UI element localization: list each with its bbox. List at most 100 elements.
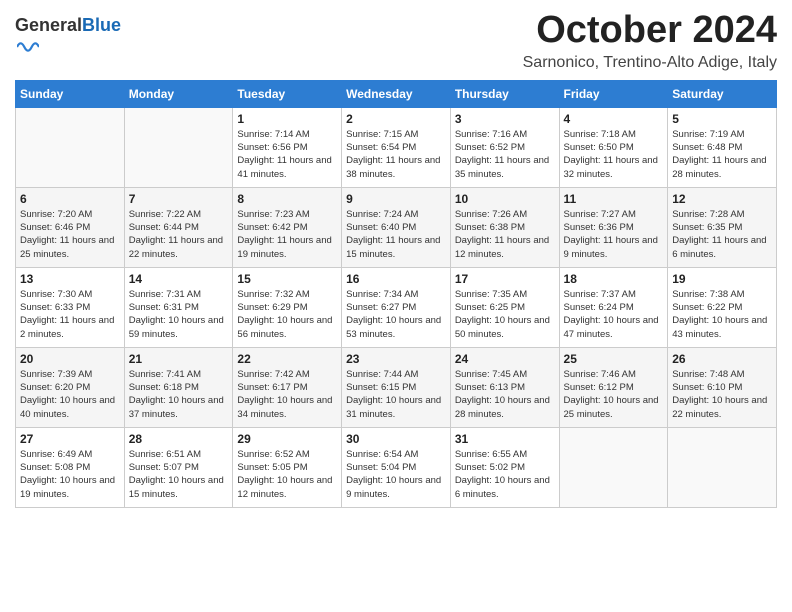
calendar-cell: 6Sunrise: 7:20 AM Sunset: 6:46 PM Daylig… — [16, 187, 125, 267]
day-info: Sunrise: 6:51 AM Sunset: 5:07 PM Dayligh… — [129, 448, 229, 501]
calendar-table: SundayMondayTuesdayWednesdayThursdayFrid… — [15, 80, 777, 508]
day-number: 2 — [346, 112, 446, 126]
day-info: Sunrise: 7:22 AM Sunset: 6:44 PM Dayligh… — [129, 208, 229, 261]
header-sunday: Sunday — [16, 80, 125, 107]
day-info: Sunrise: 6:55 AM Sunset: 5:02 PM Dayligh… — [455, 448, 555, 501]
day-info: Sunrise: 7:34 AM Sunset: 6:27 PM Dayligh… — [346, 288, 446, 341]
calendar-cell: 31 Sunrise: 6:55 AM Sunset: 5:02 PM Dayli… — [450, 427, 559, 507]
day-number: 16 — [346, 272, 446, 286]
day-info: Sunrise: 7:45 AM Sunset: 6:13 PM Dayligh… — [455, 368, 555, 421]
day-number: 30 — [346, 432, 446, 446]
calendar-cell: 4Sunrise: 7:18 AM Sunset: 6:50 PM Daylig… — [559, 107, 668, 187]
day-number: 31 — [455, 432, 555, 446]
day-number: 19 — [672, 272, 772, 286]
day-info: Sunrise: 6:52 AM Sunset: 5:05 PM Dayligh… — [237, 448, 337, 501]
day-number: 1 — [237, 112, 337, 126]
calendar-cell: 22Sunrise: 7:42 AM Sunset: 6:17 PM Dayli… — [233, 347, 342, 427]
calendar-cell: 2 Sunrise: 7:15 AM Sunset: 6:54 PM Daylig… — [342, 107, 451, 187]
calendar-cell: 14 Sunrise: 7:31 AM Sunset: 6:31 PM Dayli… — [124, 267, 233, 347]
day-info: Sunrise: 7:26 AM Sunset: 6:38 PM Dayligh… — [455, 208, 555, 261]
calendar-week-1: 1 Sunrise: 7:14 AM Sunset: 6:56 PM Daylig… — [16, 107, 777, 187]
calendar-cell: 27 Sunrise: 6:49 AM Sunset: 5:08 PM Dayli… — [16, 427, 125, 507]
calendar-cell: 25 Sunrise: 7:46 AM Sunset: 6:12 PM Dayli… — [559, 347, 668, 427]
day-number: 8 — [237, 192, 337, 206]
day-number: 24 — [455, 352, 555, 366]
calendar-cell: 28Sunrise: 6:51 AM Sunset: 5:07 PM Dayli… — [124, 427, 233, 507]
month-title: October 2024 — [523, 10, 777, 52]
calendar-cell: 19 Sunrise: 7:38 AM Sunset: 6:22 PM Dayli… — [668, 267, 777, 347]
day-info: Sunrise: 7:28 AM Sunset: 6:35 PM Dayligh… — [672, 208, 772, 261]
day-info: Sunrise: 7:44 AM Sunset: 6:15 PM Dayligh… — [346, 368, 446, 421]
calendar-week-5: 27 Sunrise: 6:49 AM Sunset: 5:08 PM Dayli… — [16, 427, 777, 507]
day-number: 27 — [20, 432, 120, 446]
calendar-week-2: 6Sunrise: 7:20 AM Sunset: 6:46 PM Daylig… — [16, 187, 777, 267]
day-info: Sunrise: 7:42 AM Sunset: 6:17 PM Dayligh… — [237, 368, 337, 421]
day-number: 17 — [455, 272, 555, 286]
day-info: Sunrise: 7:30 AM Sunset: 6:33 PM Dayligh… — [20, 288, 120, 341]
header-friday: Friday — [559, 80, 668, 107]
calendar-cell: 29 Sunrise: 6:52 AM Sunset: 5:05 PM Dayli… — [233, 427, 342, 507]
calendar-cell: 11 Sunrise: 7:27 AM Sunset: 6:36 PM Dayli… — [559, 187, 668, 267]
day-info: Sunrise: 7:24 AM Sunset: 6:40 PM Dayligh… — [346, 208, 446, 261]
calendar-cell: 7 Sunrise: 7:22 AM Sunset: 6:44 PM Daylig… — [124, 187, 233, 267]
day-number: 12 — [672, 192, 772, 206]
day-info: Sunrise: 7:38 AM Sunset: 6:22 PM Dayligh… — [672, 288, 772, 341]
day-info: Sunrise: 7:48 AM Sunset: 6:10 PM Dayligh… — [672, 368, 772, 421]
day-number: 29 — [237, 432, 337, 446]
day-number: 9 — [346, 192, 446, 206]
day-info: Sunrise: 7:20 AM Sunset: 6:46 PM Dayligh… — [20, 208, 120, 261]
calendar-cell: 3Sunrise: 7:16 AM Sunset: 6:52 PM Daylig… — [450, 107, 559, 187]
calendar-cell: 18 Sunrise: 7:37 AM Sunset: 6:24 PM Dayli… — [559, 267, 668, 347]
calendar-cell: 20Sunrise: 7:39 AM Sunset: 6:20 PM Dayli… — [16, 347, 125, 427]
day-info: Sunrise: 7:46 AM Sunset: 6:12 PM Dayligh… — [564, 368, 664, 421]
calendar-cell: 30Sunrise: 6:54 AM Sunset: 5:04 PM Dayli… — [342, 427, 451, 507]
calendar-cell: 17Sunrise: 7:35 AM Sunset: 6:25 PM Dayli… — [450, 267, 559, 347]
day-number: 5 — [672, 112, 772, 126]
day-number: 15 — [237, 272, 337, 286]
day-number: 26 — [672, 352, 772, 366]
calendar-cell: 16 Sunrise: 7:34 AM Sunset: 6:27 PM Dayli… — [342, 267, 451, 347]
calendar-cell: 13Sunrise: 7:30 AM Sunset: 6:33 PM Dayli… — [16, 267, 125, 347]
calendar-cell — [16, 107, 125, 187]
day-info: Sunrise: 7:31 AM Sunset: 6:31 PM Dayligh… — [129, 288, 229, 341]
calendar-cell: 21Sunrise: 7:41 AM Sunset: 6:18 PM Dayli… — [124, 347, 233, 427]
calendar-cell — [124, 107, 233, 187]
calendar-cell: 10 Sunrise: 7:26 AM Sunset: 6:38 PM Dayli… — [450, 187, 559, 267]
day-number: 7 — [129, 192, 229, 206]
calendar-cell: 5Sunrise: 7:19 AM Sunset: 6:48 PM Daylig… — [668, 107, 777, 187]
day-info: Sunrise: 7:37 AM Sunset: 6:24 PM Dayligh… — [564, 288, 664, 341]
calendar-cell: 23 Sunrise: 7:44 AM Sunset: 6:15 PM Dayli… — [342, 347, 451, 427]
calendar-cell: 26 Sunrise: 7:48 AM Sunset: 6:10 PM Dayli… — [668, 347, 777, 427]
calendar-cell: 8 Sunrise: 7:23 AM Sunset: 6:42 PM Daylig… — [233, 187, 342, 267]
day-info: Sunrise: 7:14 AM Sunset: 6:56 PM Dayligh… — [237, 128, 337, 181]
day-number: 23 — [346, 352, 446, 366]
day-number: 4 — [564, 112, 664, 126]
logo-blue-text: Blue — [82, 15, 121, 35]
calendar-cell: 1 Sunrise: 7:14 AM Sunset: 6:56 PM Daylig… — [233, 107, 342, 187]
day-info: Sunrise: 7:41 AM Sunset: 6:18 PM Dayligh… — [129, 368, 229, 421]
calendar-cell: 15Sunrise: 7:32 AM Sunset: 6:29 PM Dayli… — [233, 267, 342, 347]
day-number: 11 — [564, 192, 664, 206]
header-wednesday: Wednesday — [342, 80, 451, 107]
calendar-cell: 9 Sunrise: 7:24 AM Sunset: 6:40 PM Daylig… — [342, 187, 451, 267]
page-header: GeneralBlue October 2024 Sarnonico, Tren… — [15, 10, 777, 72]
day-info: Sunrise: 7:23 AM Sunset: 6:42 PM Dayligh… — [237, 208, 337, 261]
logo-wave-icon — [17, 36, 39, 58]
day-info: Sunrise: 7:15 AM Sunset: 6:54 PM Dayligh… — [346, 128, 446, 181]
calendar-week-4: 20Sunrise: 7:39 AM Sunset: 6:20 PM Dayli… — [16, 347, 777, 427]
day-number: 14 — [129, 272, 229, 286]
header-tuesday: Tuesday — [233, 80, 342, 107]
day-info: Sunrise: 7:16 AM Sunset: 6:52 PM Dayligh… — [455, 128, 555, 181]
calendar-cell: 24 Sunrise: 7:45 AM Sunset: 6:13 PM Dayli… — [450, 347, 559, 427]
day-number: 18 — [564, 272, 664, 286]
calendar-week-3: 13Sunrise: 7:30 AM Sunset: 6:33 PM Dayli… — [16, 267, 777, 347]
header-monday: Monday — [124, 80, 233, 107]
day-number: 10 — [455, 192, 555, 206]
calendar-header-row: SundayMondayTuesdayWednesdayThursdayFrid… — [16, 80, 777, 107]
day-info: Sunrise: 6:49 AM Sunset: 5:08 PM Dayligh… — [20, 448, 120, 501]
day-info: Sunrise: 7:27 AM Sunset: 6:36 PM Dayligh… — [564, 208, 664, 261]
header-thursday: Thursday — [450, 80, 559, 107]
day-info: Sunrise: 7:39 AM Sunset: 6:20 PM Dayligh… — [20, 368, 120, 421]
day-number: 25 — [564, 352, 664, 366]
header-saturday: Saturday — [668, 80, 777, 107]
